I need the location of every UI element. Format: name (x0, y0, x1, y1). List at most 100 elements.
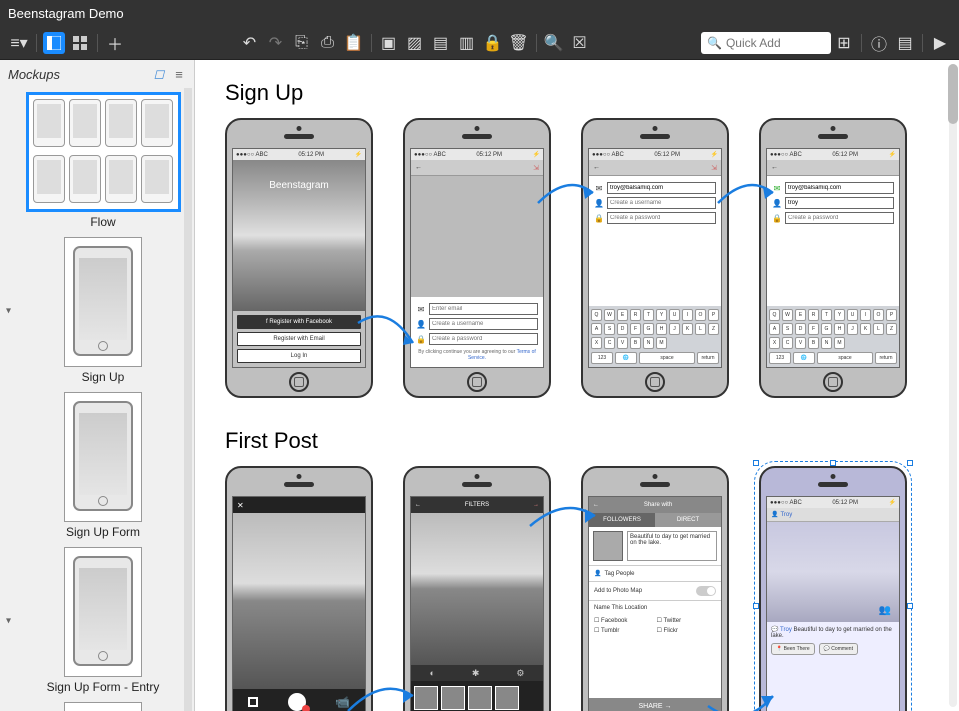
grid-view-icon[interactable] (69, 32, 91, 54)
back-icon[interactable]: ← (415, 502, 421, 508)
password-field[interactable] (785, 212, 894, 224)
key-k[interactable]: K (682, 323, 693, 335)
key-a[interactable]: A (591, 323, 602, 335)
tab-followers[interactable]: FOLLOWERS (589, 513, 655, 527)
key-q[interactable]: Q (769, 309, 780, 321)
register-fb-button[interactable]: f Register with Facebook (237, 315, 361, 329)
key-i[interactable]: I (860, 309, 871, 321)
thumb-signup-form[interactable]: Sign Up Form (20, 392, 186, 539)
copy-icon[interactable]: ⎘ (291, 32, 313, 54)
back-icon[interactable] (415, 164, 422, 171)
key-y[interactable]: Y (834, 309, 845, 321)
ungroup-icon[interactable]: ▨ (404, 32, 426, 54)
key-s[interactable]: S (782, 323, 793, 335)
key-c[interactable]: C (782, 337, 793, 349)
key-g[interactable]: G (821, 323, 832, 335)
key-j[interactable]: J (847, 323, 858, 335)
tab-direct[interactable]: DIRECT (655, 513, 721, 527)
undo-icon[interactable]: ↶ (239, 32, 261, 54)
back-icon[interactable]: ← (593, 502, 599, 508)
email-field[interactable] (607, 182, 716, 194)
password-field[interactable] (607, 212, 716, 224)
close-icon[interactable] (237, 501, 244, 510)
key-b[interactable]: B (630, 337, 641, 349)
mockup-camera[interactable]: 📹 (225, 466, 373, 711)
key-m[interactable]: M (656, 337, 667, 349)
key-o[interactable]: O (873, 309, 884, 321)
key-n[interactable]: N (821, 337, 832, 349)
key-l[interactable]: L (695, 323, 706, 335)
markup-icon[interactable]: ☒ (569, 32, 591, 54)
shutter-button[interactable] (288, 693, 306, 711)
back-icon[interactable] (771, 164, 778, 171)
username-field[interactable] (429, 318, 538, 330)
paste-icon[interactable]: ⎙ (317, 32, 339, 54)
thumb-next[interactable] (20, 702, 186, 711)
gallery-icon[interactable] (248, 697, 258, 707)
mockup-signup-form[interactable]: 05:12 PM ⇲ ✉ 👤 🔒 By clicking continue yo… (403, 118, 551, 398)
mockup-signup-entry[interactable]: 05:12 PM ⇲ ✉ 👤 🔒 QWERTYUIOPASDFGHJKLZXCV… (581, 118, 729, 398)
delete-icon[interactable]: 🗑 (508, 32, 530, 54)
thumb-flow[interactable]: Flow (20, 92, 186, 229)
key-r[interactable]: R (630, 309, 641, 321)
feed-username[interactable]: Troy (780, 512, 792, 518)
mockup-share[interactable]: ←Share with FOLLOWERSDIRECT Beautiful to… (581, 466, 729, 711)
email-field[interactable] (785, 182, 894, 194)
key-v[interactable]: V (617, 337, 628, 349)
key-b[interactable]: B (808, 337, 819, 349)
toggle-switch[interactable] (696, 586, 716, 596)
comment-button[interactable]: 💬 Comment (819, 643, 858, 655)
notes-icon[interactable]: ▤ (894, 32, 916, 54)
sidebar-list-icon[interactable]: ≡ (172, 67, 186, 81)
mockup-signup-landing[interactable]: 05:12 PM Beenstagram f Register with Fac… (225, 118, 373, 398)
key-l[interactable]: L (873, 323, 884, 335)
tag-people-row[interactable]: 👤Tag People (589, 565, 721, 581)
key-s[interactable]: S (604, 323, 615, 335)
key-h[interactable]: H (656, 323, 667, 335)
clipboard-icon[interactable]: 📋 (343, 32, 365, 54)
library-icon[interactable]: ⊞ (833, 32, 855, 54)
key-f[interactable]: F (808, 323, 819, 335)
tree-caret-icon[interactable]: ▾ (6, 305, 11, 316)
menu-icon[interactable]: ≡▾ (8, 32, 30, 54)
add-icon[interactable]: ＋ (104, 32, 126, 54)
key-j[interactable]: J (669, 323, 680, 335)
key-t[interactable]: T (821, 309, 832, 321)
checkbox-tumblr[interactable]: Tumblr (594, 627, 654, 634)
been-there-button[interactable]: 📍 Been There (771, 643, 815, 655)
tree-caret-icon[interactable]: ▾ (6, 615, 11, 626)
redo-icon[interactable]: ↷ (265, 32, 287, 54)
key-w[interactable]: W (604, 309, 615, 321)
video-icon[interactable]: 📹 (335, 695, 350, 709)
sidebar-toggle-icon[interactable]: ◻ (152, 67, 166, 81)
checkbox-flickr[interactable]: Flickr (657, 627, 717, 634)
key-m[interactable]: M (834, 337, 845, 349)
mockup-feed[interactable]: 05:12 PM 👤Troy 💬 Troy Beautiful to day t… (759, 466, 907, 711)
key-d[interactable]: D (795, 323, 806, 335)
quick-add-box[interactable]: 🔍 (701, 32, 831, 54)
username-field[interactable] (607, 197, 716, 209)
name-location-row[interactable]: Name This Location (589, 600, 721, 615)
caption-field[interactable]: Beautiful to day to get married on the l… (627, 531, 717, 561)
checkbox-twitter[interactable]: Twitter (657, 617, 717, 624)
key-z[interactable]: Z (886, 323, 897, 335)
key-y[interactable]: Y (656, 309, 667, 321)
back-icon[interactable] (593, 164, 600, 171)
key-c[interactable]: C (604, 337, 615, 349)
key-h[interactable]: H (834, 323, 845, 335)
share-button[interactable]: SHARE → (589, 698, 721, 711)
email-field[interactable] (429, 303, 538, 315)
key-p[interactable]: P (886, 309, 897, 321)
filter-espresso[interactable] (441, 686, 465, 710)
zoom-icon[interactable]: 🔍 (543, 32, 565, 54)
key-f[interactable]: F (630, 323, 641, 335)
key-p[interactable]: P (708, 309, 719, 321)
key-k[interactable]: K (860, 323, 871, 335)
mockup-filters[interactable]: ←FILTERS→ ◐✱⚙ (403, 466, 551, 711)
next-icon[interactable]: → (533, 502, 539, 508)
contrast-icon[interactable]: ◐ (429, 668, 434, 678)
key-e[interactable]: E (617, 309, 628, 321)
key-g[interactable]: G (643, 323, 654, 335)
toggle-sidebar-icon[interactable] (43, 32, 65, 54)
canvas[interactable]: Sign Up 05:12 PM Beenstagram f Register … (195, 60, 959, 711)
